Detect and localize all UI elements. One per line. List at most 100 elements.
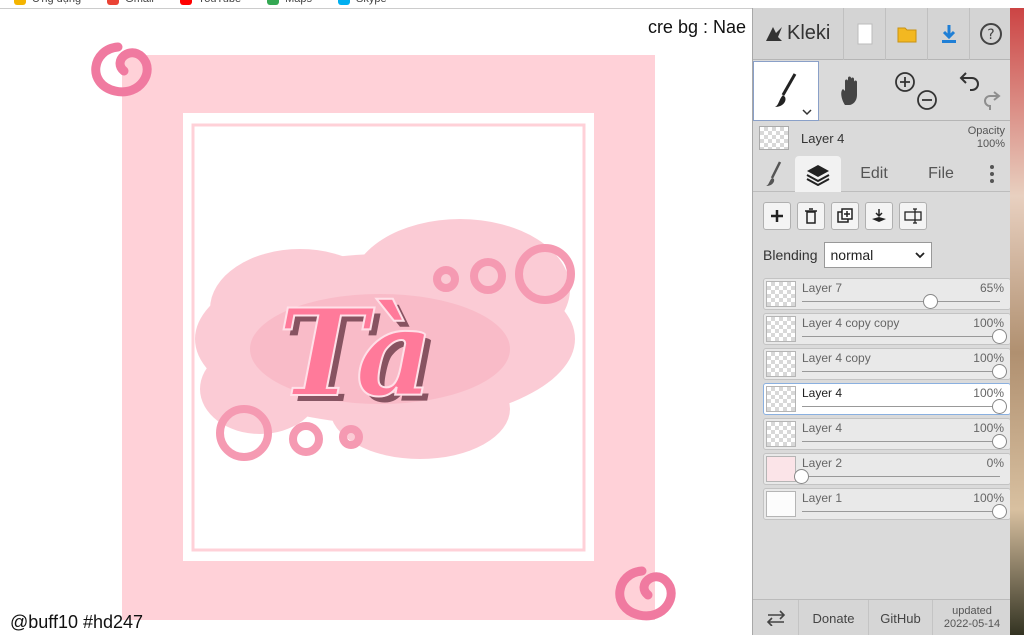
opacity-slider-knob[interactable] bbox=[992, 504, 1007, 519]
layer-opacity: 100% bbox=[973, 386, 1004, 400]
artwork: Tà Tà bbox=[91, 42, 676, 621]
bookmark-item[interactable]: Skype bbox=[338, 0, 387, 5]
title-text: Tà bbox=[278, 283, 434, 424]
bookmark-item[interactable]: Maps bbox=[267, 0, 312, 5]
opacity-slider-knob[interactable] bbox=[922, 294, 938, 309]
merge-layer-button[interactable] bbox=[865, 202, 893, 230]
opacity-slider-track[interactable] bbox=[802, 476, 1000, 477]
kleki-logo[interactable]: Kleki bbox=[753, 8, 843, 60]
github-link[interactable]: GitHub bbox=[869, 600, 933, 635]
swap-arrows-icon bbox=[766, 610, 785, 626]
layer-thumbnail bbox=[766, 421, 796, 447]
folder-icon bbox=[897, 27, 917, 42]
layer-opacity: 65% bbox=[979, 281, 1004, 295]
undo-redo-buttons bbox=[947, 61, 1011, 121]
opacity-slider-track[interactable] bbox=[802, 336, 1000, 337]
swap-side-button[interactable] bbox=[753, 600, 799, 635]
layer-name: Layer 7 bbox=[802, 281, 843, 295]
open-image-button[interactable] bbox=[885, 7, 927, 60]
current-layer-opacity: Opacity 100% bbox=[968, 125, 1005, 151]
brush-tool-button[interactable] bbox=[753, 61, 819, 121]
layer-item[interactable]: Layer 4 100% bbox=[763, 418, 1011, 450]
panel-content: Kleki ? Layer 4 Opacity 100% Edit File B… bbox=[753, 7, 1011, 635]
opacity-slider-track[interactable] bbox=[802, 441, 1000, 442]
opacity-value: 100% bbox=[976, 138, 1005, 150]
layers-icon bbox=[806, 164, 830, 186]
duplicate-layer-button[interactable] bbox=[831, 202, 859, 230]
save-button[interactable] bbox=[927, 7, 969, 60]
zoom-buttons bbox=[885, 61, 947, 121]
layer-item[interactable]: Layer 4 copy 100% bbox=[763, 348, 1011, 380]
top-bar: Kleki ? bbox=[753, 7, 1011, 60]
tab-brush[interactable] bbox=[753, 156, 795, 192]
opacity-slider-track[interactable] bbox=[802, 406, 1000, 407]
layer-name: Layer 4 bbox=[802, 386, 843, 400]
help-icon: ? bbox=[979, 22, 1002, 45]
updated-info[interactable]: updated 2022-05-14 bbox=[933, 600, 1011, 635]
opacity-slider-knob[interactable] bbox=[992, 364, 1007, 379]
delete-layer-button[interactable] bbox=[797, 202, 825, 230]
bookmark-label: Gmail bbox=[125, 0, 154, 5]
bookmark-icon bbox=[179, 0, 192, 5]
current-layer-name: Layer 4 bbox=[801, 130, 845, 146]
current-layer-preview: Layer 4 Opacity 100% bbox=[753, 121, 1011, 155]
layer-name: Layer 2 bbox=[802, 456, 843, 470]
hand-tool-button[interactable] bbox=[819, 61, 885, 121]
layer-item[interactable]: Layer 2 0% bbox=[763, 453, 1011, 485]
layer-thumbnail bbox=[766, 316, 796, 342]
opacity-slider-knob[interactable] bbox=[794, 469, 809, 484]
add-layer-button[interactable] bbox=[763, 202, 791, 230]
rename-layer-button[interactable] bbox=[899, 202, 927, 230]
opacity-slider-knob[interactable] bbox=[992, 329, 1007, 344]
undo-redo-icons bbox=[959, 72, 1001, 110]
new-image-icon bbox=[857, 23, 873, 44]
tab-file[interactable]: File bbox=[907, 156, 975, 192]
tab-edit[interactable]: Edit bbox=[841, 156, 907, 192]
opacity-slider-knob[interactable] bbox=[992, 434, 1007, 449]
layer-thumbnail bbox=[766, 281, 796, 307]
tab-layers[interactable] bbox=[795, 155, 841, 192]
panel-footer: Donate GitHub updated 2022-05-14 bbox=[753, 599, 1011, 635]
layer-thumbnail bbox=[766, 456, 796, 482]
layer-opacity: 100% bbox=[973, 351, 1004, 365]
help-button[interactable]: ? bbox=[969, 7, 1011, 60]
chevron-down-icon bbox=[914, 252, 925, 259]
layer-opacity: 100% bbox=[973, 421, 1004, 435]
updated-date: 2022-05-14 bbox=[943, 618, 1001, 630]
new-image-button[interactable] bbox=[843, 7, 885, 60]
layer-item[interactable]: Layer 4 copy copy 100% bbox=[763, 313, 1011, 345]
layer-item[interactable]: Layer 1 100% bbox=[763, 488, 1011, 520]
donate-link[interactable]: Donate bbox=[799, 600, 869, 635]
layer-item[interactable]: Layer 4 100% bbox=[763, 383, 1011, 415]
merge-down-icon bbox=[872, 209, 886, 222]
drawing-canvas[interactable]: Tà Tà cre bg : Nae @buff10 #hd247 bbox=[0, 8, 752, 635]
bookmark-item[interactable]: YouTube bbox=[179, 0, 241, 5]
undo-icon bbox=[959, 72, 979, 91]
more-vertical-icon bbox=[990, 164, 994, 183]
svg-text:?: ? bbox=[987, 27, 994, 43]
opacity-slider-track[interactable] bbox=[802, 511, 1000, 512]
more-menu-button[interactable] bbox=[975, 156, 1009, 192]
redo-icon bbox=[984, 91, 1001, 110]
blending-mode-value: normal bbox=[830, 247, 874, 263]
opacity-slider-track[interactable] bbox=[802, 371, 1000, 372]
screen: Ứng dụng Gmail YouTube Maps Skype bbox=[0, 0, 1024, 635]
layer-thumbnail bbox=[766, 386, 796, 412]
bookmark-item[interactable]: Gmail bbox=[107, 0, 154, 5]
updated-label: updated bbox=[952, 605, 992, 617]
bookmarks-bar: Ứng dụng Gmail YouTube Maps Skype bbox=[0, 0, 752, 8]
tool-row bbox=[753, 61, 1011, 121]
bookmark-label: Maps bbox=[285, 0, 312, 5]
bookmark-label: Skype bbox=[356, 0, 387, 5]
current-layer-thumbnail bbox=[759, 126, 789, 150]
chevron-down-icon[interactable] bbox=[802, 108, 812, 116]
bookmark-item[interactable]: Ứng dụng bbox=[14, 0, 81, 5]
layer-item[interactable]: Layer 7 65% bbox=[763, 278, 1011, 310]
opacity-label: Opacity bbox=[967, 125, 1005, 137]
opacity-slider-track[interactable] bbox=[802, 301, 1000, 302]
blending-mode-select[interactable]: normal bbox=[823, 242, 932, 268]
blending-row: Blending normal bbox=[763, 242, 932, 268]
opacity-slider-knob[interactable] bbox=[992, 399, 1007, 414]
layer-opacity: 100% bbox=[973, 316, 1004, 330]
credit-top-text: cre bg : Nae bbox=[647, 17, 746, 37]
